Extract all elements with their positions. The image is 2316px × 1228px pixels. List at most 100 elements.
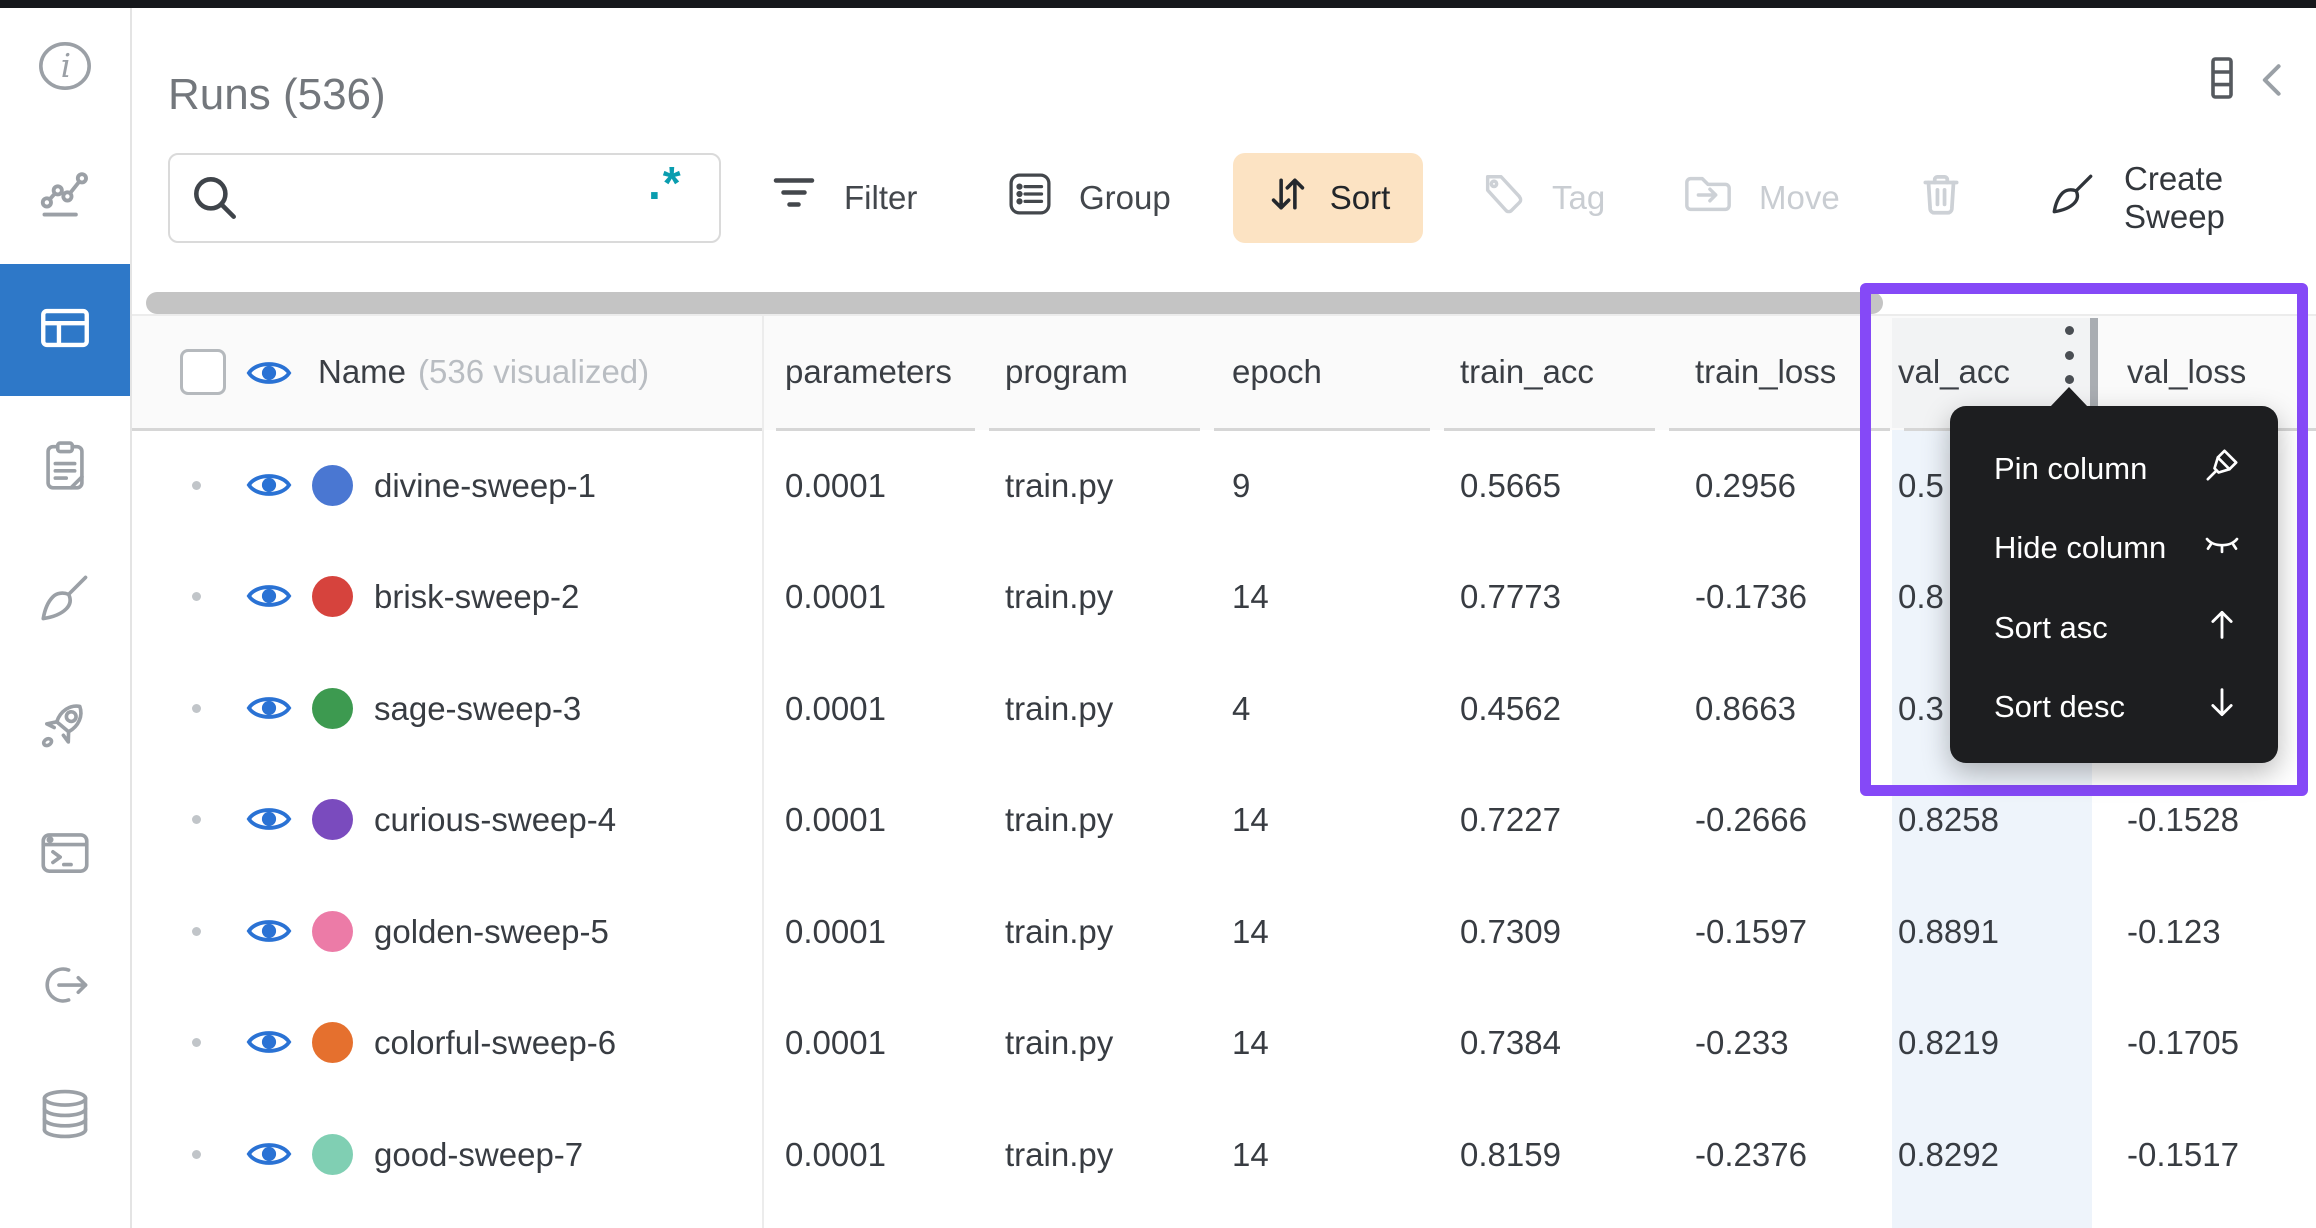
- cell-program: train.py: [1005, 689, 1114, 727]
- cell-train-acc: 0.5665: [1460, 466, 1561, 504]
- column-header-epoch[interactable]: epoch: [1232, 348, 1322, 396]
- cell-val-loss: -0.1517: [2127, 1135, 2239, 1173]
- tag-icon: [1480, 171, 1526, 225]
- cell-epoch: 14: [1232, 1023, 1269, 1061]
- create-sweep-label: Create Sweep: [2124, 160, 2225, 235]
- column-header-parameters[interactable]: parameters: [785, 348, 952, 396]
- cell-epoch: 14: [1232, 577, 1269, 615]
- menu-item-sort-asc[interactable]: Sort asc: [1950, 590, 2278, 666]
- menu-item-hide-column[interactable]: Hide column: [1950, 510, 2278, 586]
- filter-button[interactable]: Filter: [770, 153, 917, 243]
- run-name[interactable]: curious-sweep-4: [374, 764, 616, 875]
- cell-train-loss: -0.2666: [1695, 800, 1807, 838]
- cell-train-loss: 0.8663: [1695, 689, 1796, 727]
- run-color-swatch: [312, 1022, 353, 1063]
- menu-item-pin-column[interactable]: Pin column: [1950, 431, 2278, 507]
- sort-button[interactable]: Sort: [1233, 153, 1423, 243]
- delete-button[interactable]: [1916, 153, 1966, 243]
- cell-parameters: 0.0001: [785, 800, 886, 838]
- sidebar-item-charts[interactable]: [0, 136, 130, 256]
- drag-handle-dot: [192, 481, 201, 490]
- cell-train-loss: 0.2956: [1695, 466, 1796, 504]
- cell-epoch: 14: [1232, 912, 1269, 950]
- visibility-eye-icon[interactable]: [246, 356, 292, 390]
- tag-button[interactable]: Tag: [1480, 153, 1605, 243]
- run-color-swatch: [312, 1134, 353, 1175]
- run-color-swatch: [312, 799, 353, 840]
- move-folder-icon: [1683, 172, 1733, 224]
- cell-program: train.py: [1005, 912, 1114, 950]
- cell-val-acc: 0.8219: [1898, 1023, 1999, 1061]
- hide-column-icon: [2202, 524, 2242, 572]
- regex-toggle-icon[interactable]: .*: [648, 156, 683, 210]
- column-header-train-acc[interactable]: train_acc: [1460, 348, 1594, 396]
- cell-train-acc: 0.7227: [1460, 800, 1561, 838]
- runs-table-page: i Runs (536) .* Filter Group Sort Tag Mo…: [0, 0, 2316, 1228]
- menu-item-sort-desc[interactable]: Sort desc: [1950, 669, 2278, 745]
- run-name[interactable]: divine-sweep-1: [374, 430, 596, 541]
- visibility-eye-icon[interactable]: [246, 691, 292, 725]
- filter-label: Filter: [844, 179, 918, 216]
- tag-label: Tag: [1552, 179, 1606, 216]
- table-row[interactable]: good-sweep-7 0.0001 train.py 14 0.8159 -…: [0, 1099, 2316, 1210]
- name-column-header[interactable]: Name (536 visualized): [318, 348, 649, 396]
- run-name[interactable]: sage-sweep-3: [374, 653, 581, 764]
- cell-parameters: 0.0001: [785, 912, 886, 950]
- cell-val-acc: 0.8891: [1898, 912, 1999, 950]
- sidebar-item-table-active[interactable]: [0, 264, 130, 396]
- table-row[interactable]: colorful-sweep-6 0.0001 train.py 14 0.73…: [0, 987, 2316, 1098]
- arrow-down-icon: [2202, 683, 2242, 731]
- visibility-eye-icon[interactable]: [246, 468, 292, 502]
- run-color-swatch: [312, 465, 353, 506]
- cell-epoch: 14: [1232, 800, 1269, 838]
- cell-train-acc: 0.7384: [1460, 1023, 1561, 1061]
- drag-handle-dot: [192, 1150, 201, 1159]
- search-input[interactable]: [168, 153, 721, 243]
- column-header-train-loss[interactable]: train_loss: [1695, 348, 1836, 396]
- group-icon: [1007, 171, 1053, 225]
- move-button[interactable]: Move: [1683, 153, 1840, 243]
- select-all-checkbox[interactable]: [180, 349, 226, 395]
- visibility-eye-icon[interactable]: [246, 1137, 292, 1171]
- group-button[interactable]: Group: [1007, 153, 1171, 243]
- run-name[interactable]: good-sweep-7: [374, 1099, 583, 1210]
- cell-val-acc: 0.8292: [1898, 1135, 1999, 1173]
- run-name[interactable]: brisk-sweep-2: [374, 541, 579, 652]
- run-color-swatch: [312, 911, 353, 952]
- cell-train-loss: -0.1597: [1695, 912, 1807, 950]
- visibility-eye-icon[interactable]: [246, 802, 292, 836]
- cell-epoch: 14: [1232, 1135, 1269, 1173]
- cell-program: train.py: [1005, 1023, 1114, 1061]
- sort-label: Sort: [1329, 179, 1391, 216]
- cell-train-loss: -0.1736: [1695, 577, 1807, 615]
- visibility-eye-icon[interactable]: [246, 579, 292, 613]
- cell-train-acc: 0.8159: [1460, 1135, 1561, 1173]
- collapse-chevron-icon[interactable]: [2252, 58, 2296, 107]
- page-title: Runs (536): [168, 70, 386, 119]
- visibility-eye-icon[interactable]: [246, 1025, 292, 1059]
- table-row[interactable]: golden-sweep-5 0.0001 train.py 14 0.7309…: [0, 876, 2316, 987]
- run-name[interactable]: colorful-sweep-6: [374, 987, 616, 1098]
- trash-icon: [1916, 167, 1966, 229]
- cell-train-acc: 0.7309: [1460, 912, 1561, 950]
- run-name[interactable]: golden-sweep-5: [374, 876, 609, 987]
- cell-program: train.py: [1005, 466, 1114, 504]
- cell-program: train.py: [1005, 800, 1114, 838]
- drag-handle-dot: [192, 592, 201, 601]
- search-icon: [188, 171, 242, 230]
- columns-icon[interactable]: [2198, 54, 2246, 107]
- cell-train-loss: -0.233: [1695, 1023, 1789, 1061]
- visibility-eye-icon[interactable]: [246, 914, 292, 948]
- create-sweep-button[interactable]: Create Sweep: [2048, 153, 2316, 243]
- line-chart-icon: [36, 165, 94, 228]
- sidebar-item-info[interactable]: i: [0, 8, 130, 128]
- filter-icon: [770, 173, 818, 223]
- cell-program: train.py: [1005, 1135, 1114, 1173]
- horizontal-scrollbar-thumb[interactable]: [146, 292, 1883, 314]
- info-icon: i: [36, 37, 94, 100]
- top-edge-bar: [0, 0, 2316, 8]
- cell-parameters: 0.0001: [785, 1135, 886, 1173]
- cell-val-loss: -0.1705: [2127, 1023, 2239, 1061]
- menu-item-label: Sort desc: [1994, 689, 2125, 724]
- column-header-program[interactable]: program: [1005, 348, 1128, 396]
